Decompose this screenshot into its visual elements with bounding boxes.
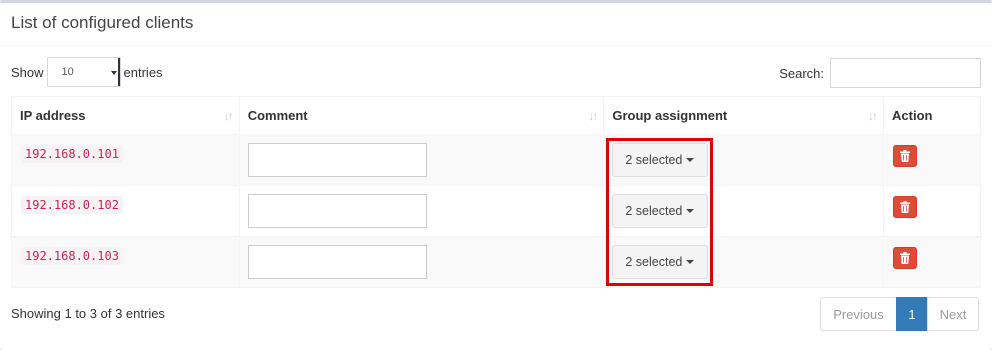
search-control: Search: bbox=[779, 58, 981, 88]
sort-icon: ↓↑ bbox=[223, 109, 234, 123]
trash-icon bbox=[900, 252, 911, 264]
entries-per-page-value: 10 bbox=[61, 66, 74, 78]
page-1-button[interactable]: 1 bbox=[896, 297, 928, 331]
trash-icon bbox=[900, 201, 911, 213]
clients-table: IP address ↓↑ Comment ↓↑ Group assignmen… bbox=[11, 96, 981, 288]
comment-input[interactable] bbox=[247, 143, 427, 177]
table-row: 192.168.0.102 2 selected bbox=[11, 185, 981, 237]
table-header-row: IP address ↓↑ Comment ↓↑ Group assignmen… bbox=[11, 96, 981, 135]
delete-button[interactable] bbox=[893, 247, 918, 269]
ip-address: 192.168.0.102 bbox=[21, 196, 123, 214]
trash-icon bbox=[900, 150, 911, 162]
column-header-comment[interactable]: Comment ↓↑ bbox=[238, 96, 605, 135]
comment-input[interactable] bbox=[247, 194, 427, 228]
caret-down-icon bbox=[686, 158, 695, 162]
table-row: 192.168.0.103 2 selected bbox=[11, 236, 981, 288]
entries-per-page-select[interactable]: 10 bbox=[46, 57, 121, 87]
column-header-group[interactable]: Group assignment ↓↑ bbox=[603, 96, 885, 135]
entries-label: entries bbox=[123, 64, 163, 80]
group-assignment-dropdown[interactable]: 2 selected bbox=[612, 194, 709, 228]
caret-down-icon bbox=[686, 209, 695, 213]
caret-down-icon bbox=[686, 260, 695, 264]
ip-address: 192.168.0.103 bbox=[21, 247, 123, 265]
ip-address: 192.168.0.101 bbox=[21, 145, 123, 163]
delete-button[interactable] bbox=[893, 196, 918, 218]
show-label: Show bbox=[11, 64, 44, 80]
search-input[interactable] bbox=[830, 58, 981, 88]
caret-down-icon bbox=[110, 71, 117, 75]
table-row: 192.168.0.101 2 selected bbox=[11, 134, 981, 186]
sort-icon: ↓↑ bbox=[868, 109, 878, 123]
group-assignment-dropdown[interactable]: 2 selected bbox=[612, 143, 709, 177]
page-title: List of configured clients bbox=[11, 13, 194, 32]
delete-button[interactable] bbox=[893, 145, 918, 167]
next-page-button[interactable]: Next bbox=[927, 297, 979, 331]
group-assignment-dropdown[interactable]: 2 selected bbox=[612, 245, 709, 279]
comment-input[interactable] bbox=[247, 245, 427, 279]
sort-icon: ↓↑ bbox=[588, 109, 598, 123]
entries-length-control: Show 10 entries bbox=[11, 56, 163, 88]
search-label: Search: bbox=[779, 65, 824, 81]
column-header-action: Action bbox=[883, 96, 981, 135]
pagination: Previous 1 Next bbox=[820, 297, 979, 331]
box-header: List of configured clients bbox=[0, 3, 992, 46]
column-header-ip[interactable]: IP address ↓↑ bbox=[11, 96, 240, 135]
previous-page-button[interactable]: Previous bbox=[820, 297, 897, 331]
table-info: Showing 1 to 3 of 3 entries bbox=[11, 306, 165, 321]
